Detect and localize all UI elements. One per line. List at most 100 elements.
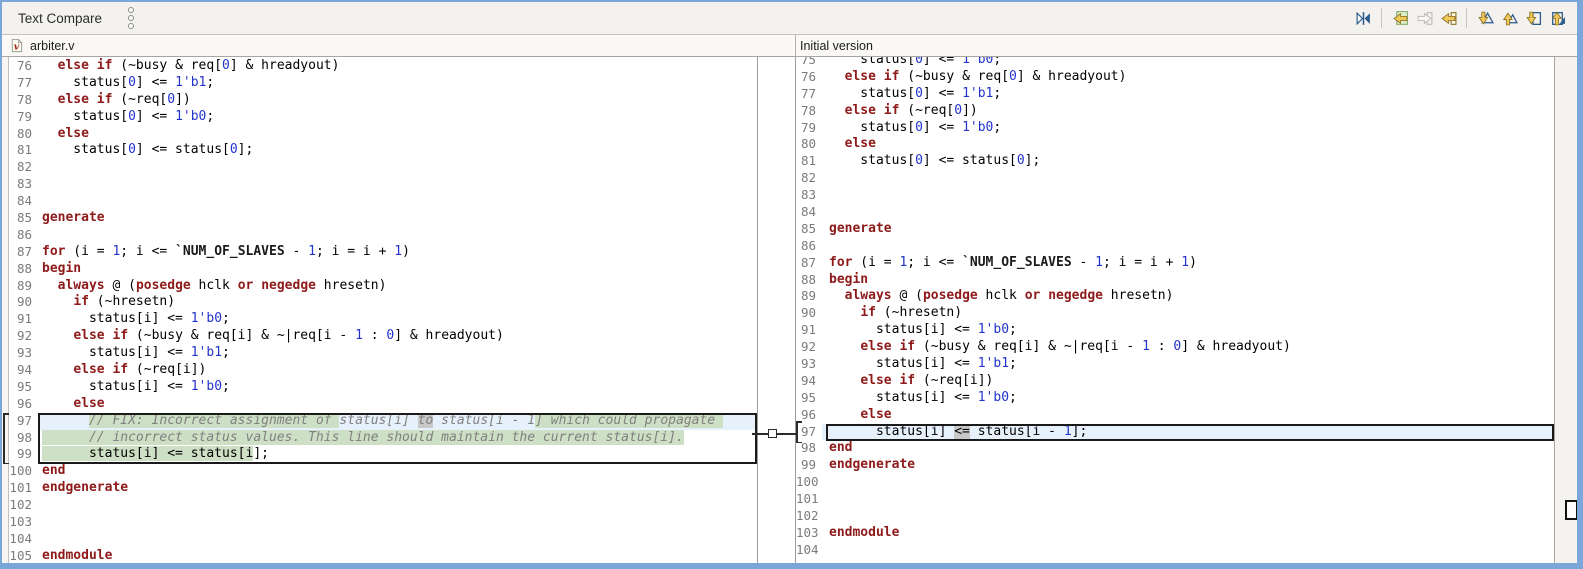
code-line-93[interactable]: 93 status[i] <= 1'b1; (796, 356, 1554, 373)
code-line-99[interactable]: 99 endgenerate (796, 457, 1554, 474)
code-line-79[interactable]: 79 status[0] <= 1'b0; (796, 120, 1554, 137)
code-line-95[interactable]: 95 status[i] <= 1'b0; (9, 379, 757, 396)
code-line-87[interactable]: 87 for (i = 1; i <= `NUM_OF_SLAVES - 1; i… (9, 244, 757, 261)
left-code-lines: 76 else if (~busy & req[0] & hreadyout) 7… (9, 58, 757, 563)
code-line-85[interactable]: 85 generate (796, 221, 1554, 238)
view-title: Text Compare (18, 10, 103, 26)
line-number: 95 (800, 389, 816, 405)
line-number: 88 (800, 271, 816, 287)
code-line-102[interactable]: 102 (796, 508, 1554, 525)
left-editor[interactable]: 76 else if (~busy & req[0] & hreadyout) 7… (2, 57, 758, 563)
code-line-90[interactable]: 90 if (~hresetn) (9, 294, 757, 311)
code-line-84[interactable]: 84 (9, 193, 757, 210)
code-line-75[interactable]: 75 status[0] <= 1'b0; (796, 57, 1554, 69)
next-difference-button[interactable] (1473, 7, 1497, 29)
line-number: 87 (16, 243, 32, 259)
code-line-105[interactable]: 105 endmodule (9, 548, 757, 563)
code-line-92[interactable]: 92 else if (~busy & req[i] & ~|req[i - 1… (796, 339, 1554, 356)
code-line-86[interactable]: 86 (9, 227, 757, 244)
code-line-102[interactable]: 102 (9, 497, 757, 514)
code-line-77[interactable]: 77 status[0] <= 1'b1; (796, 86, 1554, 103)
previous-change-button[interactable] (1545, 7, 1569, 29)
code-line-93[interactable]: 93 status[i] <= 1'b1; (9, 345, 757, 362)
code-line-103[interactable]: 103 endmodule (796, 525, 1554, 542)
code-line-92[interactable]: 92 else if (~busy & req[i] & ~|req[i - 1… (9, 328, 757, 345)
code-line-79[interactable]: 79 status[0] <= 1'b0; (9, 109, 757, 126)
code-line-84[interactable]: 84 (796, 204, 1554, 221)
code-line-104[interactable]: 104 (9, 531, 757, 548)
code-line-97[interactable]: 97 // FIX: Incorrect assignment of statu… (9, 412, 757, 430)
code-text: status[i] <= 1'b1; (829, 356, 1017, 372)
code-line-100[interactable]: 100 end (9, 463, 757, 480)
next-change-button[interactable] (1521, 7, 1545, 29)
swap-left-right-button[interactable] (1351, 7, 1375, 29)
code-text: status[0] <= 1'b0; (42, 108, 215, 124)
copy-all-right-to-left-button[interactable] (1388, 7, 1412, 29)
code-line-101[interactable]: 101 endgenerate (9, 480, 757, 497)
code-line-98[interactable]: 98 end (796, 440, 1554, 457)
code-line-103[interactable]: 103 (9, 514, 757, 531)
line-number: 75 (800, 57, 816, 67)
code-line-104[interactable]: 104 (796, 542, 1554, 559)
right-pane-title: Initial version (800, 38, 873, 53)
overview-ruler (1554, 57, 1577, 563)
code-line-76[interactable]: 76 else if (~busy & req[0] & hreadyout) (796, 69, 1554, 86)
code-line-90[interactable]: 90 if (~hresetn) (796, 305, 1554, 322)
diff-connector-handle[interactable] (768, 429, 777, 438)
code-text: status[0] <= 1'b1; (42, 74, 215, 90)
code-line-82[interactable]: 82 (796, 170, 1554, 187)
line-number: 98 (800, 440, 816, 456)
previous-difference-button[interactable] (1497, 7, 1521, 29)
code-line-81[interactable]: 81 status[0] <= status[0]; (9, 142, 757, 159)
code-line-88[interactable]: 88 begin (796, 272, 1554, 289)
code-line-94[interactable]: 94 else if (~req[i]) (796, 373, 1554, 390)
code-line-81[interactable]: 81 status[0] <= status[0]; (796, 153, 1554, 170)
pane-headers: v arbiter.v Initial version (2, 35, 1577, 57)
code-line-80[interactable]: 80 else (796, 136, 1554, 153)
code-line-99[interactable]: 99 status[i] <= status[i]; (9, 446, 757, 463)
toolbar-separator (1466, 8, 1467, 28)
code-text: status[i] <= 1'b1; (42, 345, 230, 361)
code-line-100[interactable]: 100 (796, 474, 1554, 491)
diff-overview-marker[interactable] (1565, 500, 1577, 520)
code-line-85[interactable]: 85 generate (9, 210, 757, 227)
code-line-83[interactable]: 83 (9, 176, 757, 193)
line-number: 83 (16, 176, 32, 192)
code-line-98[interactable]: 98 // incorrect status values. This line… (9, 429, 757, 447)
code-line-78[interactable]: 78 else if (~req[0]) (9, 92, 757, 109)
code-line-89[interactable]: 89 always @ (posedge hclk or negedge hre… (796, 288, 1554, 305)
code-line-96[interactable]: 96 else (796, 407, 1554, 424)
code-line-91[interactable]: 91 status[i] <= 1'b0; (9, 311, 757, 328)
code-line-87[interactable]: 87 for (i = 1; i <= `NUM_OF_SLAVES - 1; i… (796, 255, 1554, 272)
code-line-78[interactable]: 78 else if (~req[0]) (796, 103, 1554, 120)
code-line-101[interactable]: 101 (796, 491, 1554, 508)
right-editor[interactable]: 75 status[0] <= 1'b0; 76 else if (~busy &… (795, 57, 1554, 563)
code-line-86[interactable]: 86 (796, 238, 1554, 255)
code-line-91[interactable]: 91 status[i] <= 1'b0; (796, 322, 1554, 339)
code-line-80[interactable]: 80 else (9, 126, 757, 143)
code-line-94[interactable]: 94 else if (~req[i]) (9, 362, 757, 379)
code-text: // FIX: Incorrect assignment of status[i… (38, 412, 757, 430)
code-line-77[interactable]: 77 status[0] <= 1'b1; (9, 75, 757, 92)
view-menu-icon[interactable] (128, 7, 135, 29)
line-number: 78 (800, 102, 816, 118)
line-number: 100 (796, 474, 819, 490)
toolbar-buttons (1351, 7, 1569, 29)
line-number: 77 (800, 85, 816, 101)
code-line-83[interactable]: 83 (796, 187, 1554, 204)
code-line-96[interactable]: 96 else (9, 396, 757, 413)
code-line-89[interactable]: 89 always @ (posedge hclk or negedge hre… (9, 278, 757, 295)
code-line-76[interactable]: 76 else if (~busy & req[0] & hreadyout) (9, 58, 757, 75)
toolbar: Text Compare (2, 2, 1577, 35)
code-line-82[interactable]: 82 (9, 159, 757, 176)
code-line-88[interactable]: 88 begin (9, 261, 757, 278)
code-line-97[interactable]: 97 status[i] <= status[i - 1]; (796, 423, 1554, 441)
copy-current-left-to-right-button[interactable] (1412, 7, 1436, 29)
line-number: 99 (800, 457, 816, 473)
copy-current-right-to-left-button[interactable] (1436, 7, 1460, 29)
code-line-95[interactable]: 95 status[i] <= 1'b0; (796, 390, 1554, 407)
